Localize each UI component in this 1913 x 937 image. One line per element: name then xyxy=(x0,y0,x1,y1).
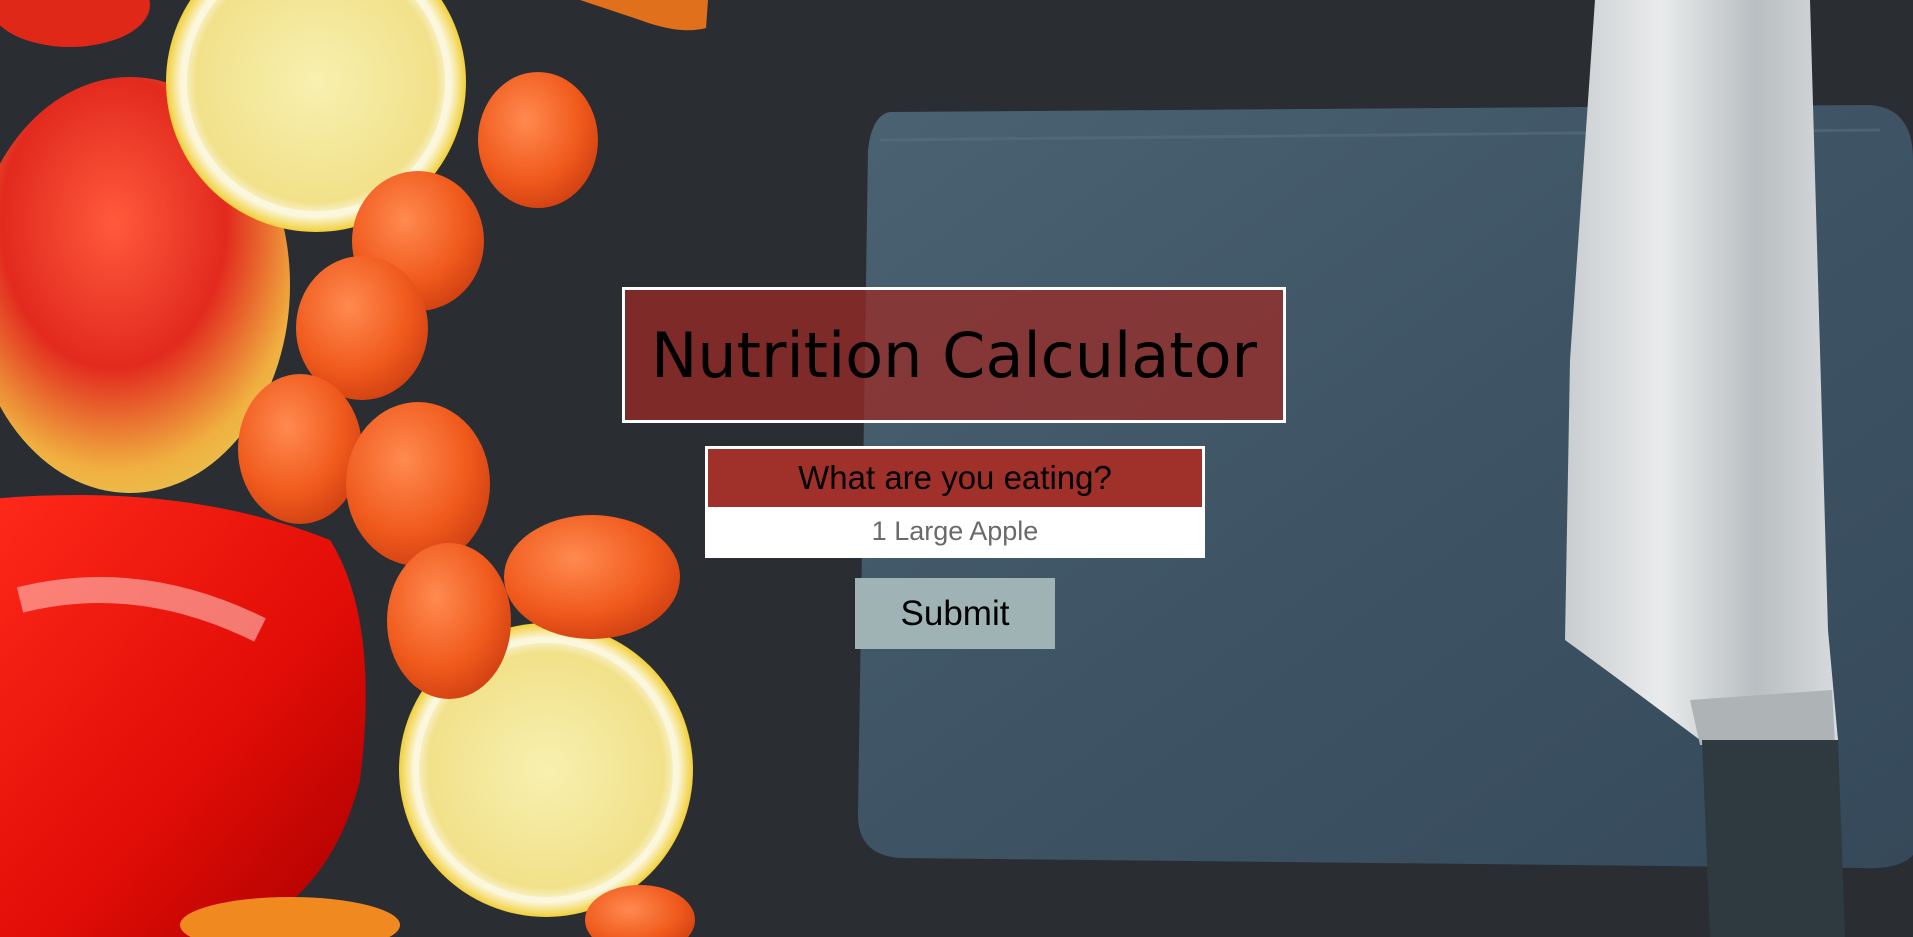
food-input[interactable] xyxy=(708,507,1202,555)
title-banner: Nutrition Calculator xyxy=(622,287,1286,423)
food-form: What are you eating? xyxy=(705,446,1205,558)
page-title: Nutrition Calculator xyxy=(650,318,1257,392)
food-question-label: What are you eating? xyxy=(708,449,1202,507)
submit-button[interactable]: Submit xyxy=(855,578,1055,649)
